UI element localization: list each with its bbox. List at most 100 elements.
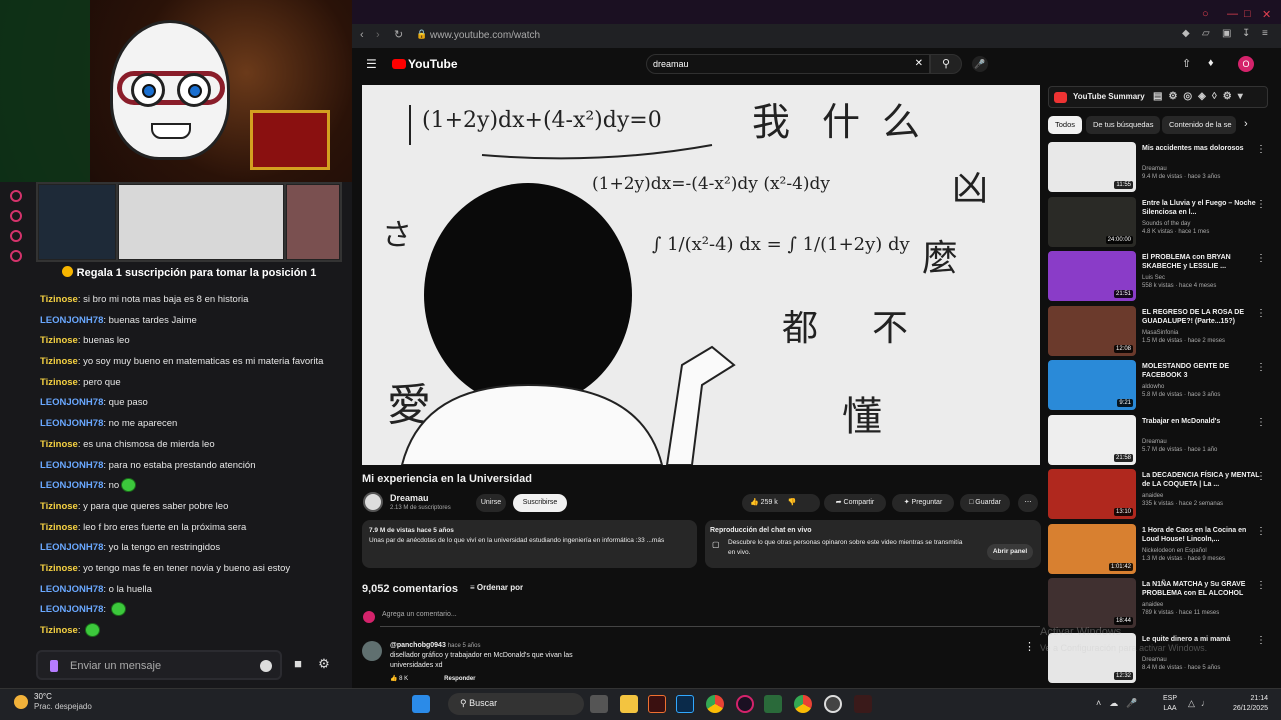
chip-all[interactable]: Todos [1048,116,1083,134]
gift-icon[interactable] [10,210,22,222]
recommendation-title[interactable]: Trabajar en McDonald's [1142,417,1260,426]
minimize-icon[interactable]: — [1227,8,1238,20]
recommendation-channel[interactable]: anaidee [1142,601,1260,609]
bell-icon[interactable]: ♦ [1208,57,1214,69]
reply-button[interactable]: Responder [444,676,475,682]
recommendation-thumbnail[interactable]: 21:51 [1048,251,1136,301]
more-icon[interactable]: ⋮ [1256,253,1266,264]
subscribe-button[interactable]: Suscribirse [513,494,567,512]
close-icon[interactable]: ✕ [1262,8,1271,21]
chrome-profile-icon[interactable] [794,695,812,713]
comment-user[interactable]: @panchobg0943 [390,642,446,649]
reload-icon[interactable]: ↻ [394,28,403,41]
recommendation-title[interactable]: Entre la Lluvia y el Fuego – Noche Silen… [1142,199,1260,217]
share-button[interactable]: ➦ Compartir [824,494,886,512]
search-icon[interactable]: ○ [1202,8,1209,20]
open-panel-button[interactable]: Abrir panel [987,544,1033,560]
settings-icon[interactable]: ⚙ [316,656,332,672]
recommendation-item[interactable]: 21:58 Trabajar en McDonald's Dreamau 5.7 M … [1048,414,1270,465]
chat-input[interactable]: Enviar un mensaje [36,650,282,680]
game-icon[interactable] [854,695,872,713]
youtube-logo[interactable]: YouTube [392,57,458,71]
more-icon[interactable]: ⋯ [1018,494,1038,512]
chat-username[interactable]: LEONJONH78 [40,315,103,326]
recommendation-item[interactable]: 13:10 La DECADENCIA FÍSICA y MENTAL de LA… [1048,469,1270,519]
recommendation-title[interactable]: MOLESTANDO GENTE DE FACEBOOK 3 [1142,362,1260,380]
recommendation-title[interactable]: La N1ÑA MATCHA y Su GRAVE PROBLEMA con E… [1142,580,1260,598]
channel-avatar[interactable] [363,492,383,512]
chat-username[interactable]: Tizinose [40,563,78,574]
more-icon[interactable]: ⋮ [1256,580,1266,591]
file-explorer-icon[interactable] [620,695,638,713]
recommendation-title[interactable]: 1 Hora de Caos en la Cocina en Loud Hous… [1142,526,1260,544]
photoshop-icon[interactable] [676,695,694,713]
download-icon[interactable]: ↧ [1242,28,1250,39]
sort-button[interactable]: ≡ Ordenar por [470,583,523,592]
recommendation-channel[interactable]: Nickelodeon en Español [1142,547,1260,555]
recommendation-channel[interactable]: Dreamau [1142,656,1260,664]
task-view-icon[interactable] [590,695,608,713]
comment-more-icon[interactable]: ⋮ [1024,640,1035,653]
shield-icon[interactable]: ◆ [1182,28,1190,39]
chip-searches[interactable]: De tus búsquedas [1086,116,1161,134]
bits-icon[interactable] [50,660,58,672]
tray-icons[interactable]: ˄☁🎤 [1096,698,1145,709]
summary-extension-bar[interactable]: YouTube Summary ▤⚙◎◈◊⚙▾ [1048,86,1268,108]
recommendation-channel[interactable]: aldowho [1142,383,1260,391]
recommendation-channel[interactable]: MasaSinfonia [1142,329,1260,337]
windows-start-icon[interactable] [412,695,430,713]
description-box[interactable]: 7.9 M de vistas hace 5 años Unas par de … [362,520,697,568]
opera-gx-icon[interactable] [736,695,754,713]
chat-username[interactable]: Tizinose [40,377,78,388]
recommendation-item[interactable]: 12:32 Le quite dinero a mi mamá Dreamau 8.4… [1048,632,1270,683]
save-button[interactable]: □ Guardar [960,494,1010,512]
forward-icon[interactable]: › [376,29,380,41]
recommendation-channel[interactable]: Dreamau [1142,165,1260,173]
more-icon[interactable]: ⋮ [1256,526,1266,537]
recommendation-thumbnail[interactable]: 18:44 [1048,578,1136,628]
chat-username[interactable]: Tizinose [40,522,78,533]
mic-icon[interactable]: 🎤 [972,56,988,72]
video-player[interactable]: (1+2y)dx+(4-x²)dy=0 (1+2y)dx=-(4-x²)dy (… [362,85,1040,465]
commenter-avatar[interactable] [362,641,382,661]
ask-button[interactable]: ✦ Preguntar [892,494,954,512]
more-icon[interactable]: ⋮ [1256,471,1266,482]
more-icon[interactable]: ⋮ [1256,417,1266,428]
recommendation-thumbnail[interactable]: 12:32 [1048,632,1136,683]
language-indicator[interactable]: ESP LAA [1160,694,1180,714]
recommendation-channel[interactable]: Sounds of the day [1142,220,1260,228]
recommendation-thumbnail[interactable]: 11:55 [1048,142,1136,192]
chip-related[interactable]: Contenido de la se [1162,116,1236,134]
chat-username[interactable]: LEONJONH78 [40,480,103,491]
recommendation-item[interactable]: 12:08 EL REGRESO DE LA ROSA DE GUADALUPE?… [1048,305,1270,356]
more-icon[interactable]: ⋮ [1256,308,1266,319]
chat-username[interactable]: Tizinose [40,335,78,346]
recommendation-item[interactable]: 11:55 Mis accidentes mas dolorosos Dreamau… [1048,142,1270,192]
heart-icon[interactable] [10,190,22,202]
search-input[interactable]: dreamau ✕ [646,54,930,74]
maximize-icon[interactable]: □ [1244,8,1251,20]
chevron-right-icon[interactable]: › [1244,118,1248,130]
illustrator-icon[interactable] [648,695,666,713]
clock[interactable]: 21:14 26/12/2025 [1218,694,1268,714]
chat-username[interactable]: Tizinose [40,439,78,450]
recommendation-title[interactable]: EL REGRESO DE LA ROSA DE GUADALUPE?! (Pa… [1142,308,1260,326]
search-button[interactable]: ⚲ [930,54,962,74]
chat-username[interactable]: LEONJONH78 [40,604,103,615]
taskbar-search[interactable]: ⚲ Buscar [448,693,584,715]
more-icon[interactable]: ⋮ [1256,635,1266,646]
more-icon[interactable]: ⋮ [1256,362,1266,373]
recommendation-channel[interactable]: Dreamau [1142,438,1260,446]
chat-username[interactable]: Tizinose [40,294,78,305]
thumbs-down-icon[interactable]: 👎 [788,499,797,506]
app-icon[interactable] [764,695,782,713]
recommendation-item[interactable]: 18:44 La N1ÑA MATCHA y Su GRAVE PROBLEMA … [1048,578,1270,628]
thumbs-up-icon[interactable]: 👍 [390,676,399,682]
recommendation-item[interactable]: 1:01:42 1 Hora de Caos en la Cocina en Lo… [1048,523,1270,574]
extensions-icon[interactable]: ▱ [1202,28,1210,39]
emote-picker-icon[interactable] [260,660,272,672]
chat-username[interactable]: Tizinose [40,625,78,636]
chat-username[interactable]: LEONJONH78 [40,542,103,553]
avatar[interactable]: O [1238,56,1254,72]
more-icon[interactable]: ⋮ [1256,144,1266,155]
